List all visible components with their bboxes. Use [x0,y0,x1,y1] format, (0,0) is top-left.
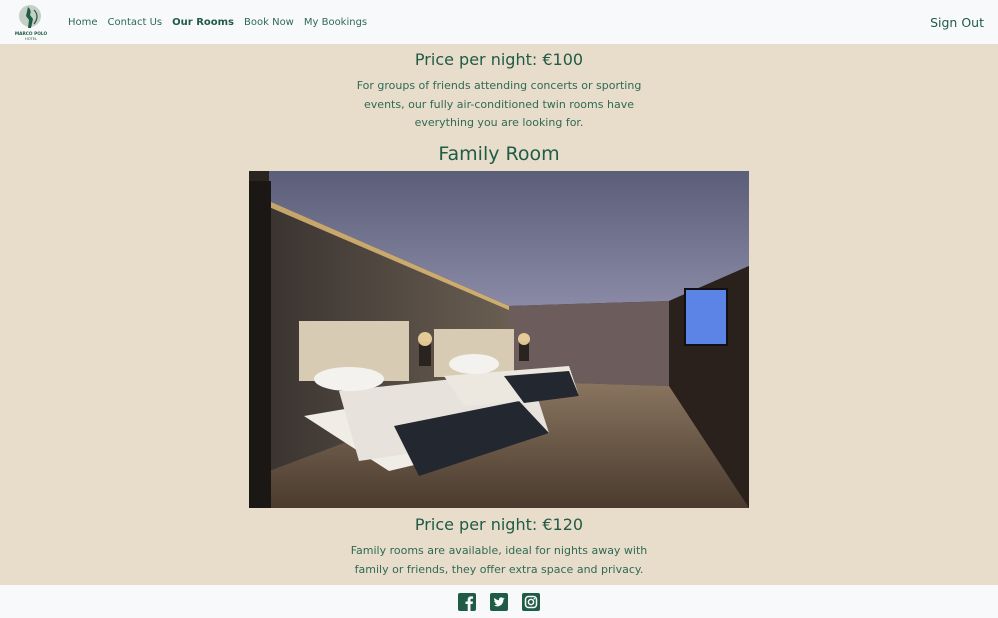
nav-book-now-link[interactable]: Book Now [244,17,294,28]
main-nav: Home Contact Us Our Rooms Book Now My Bo… [68,0,367,44]
twin-room-description-wrap: For groups of friends attending concerts… [0,77,998,133]
family-room-title: Family Room [438,143,560,165]
nav-contact-link[interactable]: Contact Us [108,17,163,28]
nav-my-bookings-link[interactable]: My Bookings [304,17,367,28]
facebook-icon[interactable] [458,592,476,611]
family-room-description-wrap: Family rooms are available, ideal for ni… [0,542,998,579]
family-room-price: Price per night: €120 [414,515,584,534]
family-room-description: Family rooms are available, ideal for ni… [350,544,648,576]
twitter-icon[interactable] [490,592,508,611]
rooms-content: Price per night: €100 For groups of frie… [0,44,998,585]
sign-out-link[interactable]: Sign Out [930,0,984,44]
instagram-icon[interactable] [522,592,540,611]
twin-room-description: For groups of friends attending concerts… [356,79,642,129]
footer [0,585,998,618]
family-room-image [249,171,749,508]
nav-our-rooms-link[interactable]: Our Rooms [172,17,234,28]
nav-home-link[interactable]: Home [68,17,98,28]
navbar: MARCO POLO HOTEL Home Contact Us Our Roo… [0,0,998,44]
twin-room-price: Price per night: €100 [414,50,584,69]
hotel-logo[interactable]: MARCO POLO HOTEL [6,2,56,42]
svg-text:HOTEL: HOTEL [25,37,37,41]
